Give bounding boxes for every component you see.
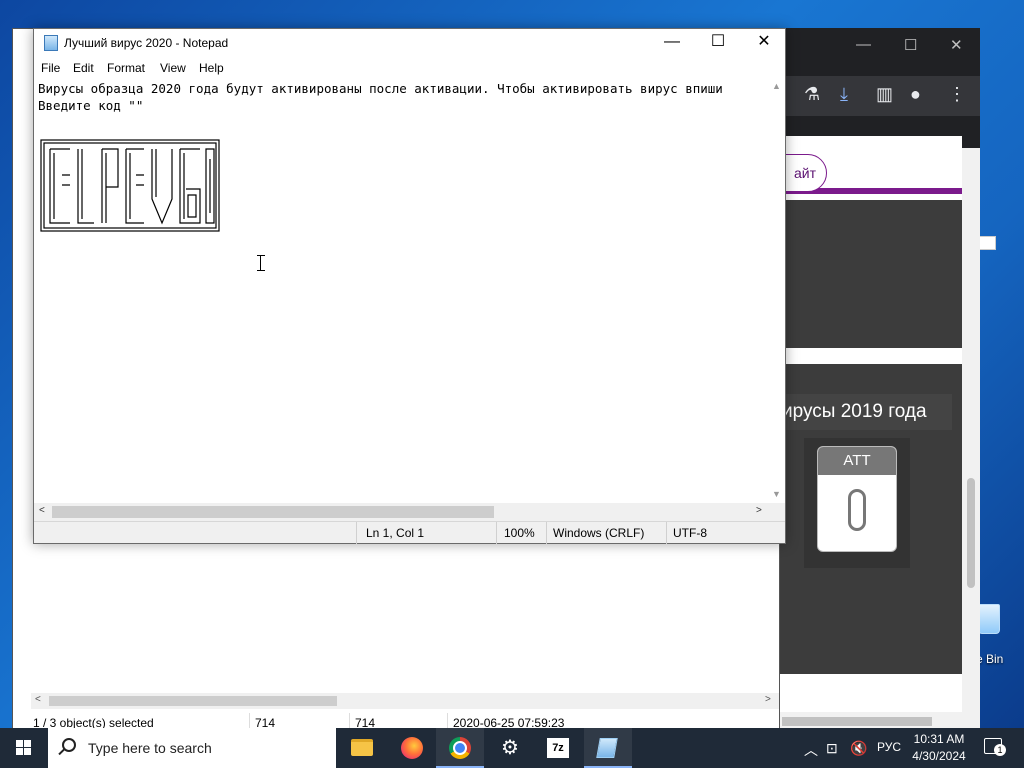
text-line-2: Введите код ""	[38, 98, 144, 113]
text-line-1: Вирусы образца 2020 года будут активиров…	[38, 81, 723, 96]
scroll-right-icon[interactable]: >	[765, 694, 771, 705]
menu-format[interactable]: Format	[107, 61, 145, 75]
download-icon[interactable]: ⤓	[840, 84, 848, 105]
notepad-vertical-scrollbar[interactable]: ▲ ▼	[769, 79, 785, 503]
menu-edit[interactable]: Edit	[73, 61, 94, 75]
line-ending: Windows (CRLF)	[553, 526, 645, 540]
article-title[interactable]: ирусы 2019 года	[782, 394, 952, 430]
minimize-icon[interactable]: —	[856, 36, 871, 53]
maximize-icon[interactable]: ☐	[904, 36, 917, 54]
scroll-left-icon[interactable]: <	[39, 505, 45, 516]
taskbar-notepad[interactable]	[584, 728, 632, 768]
taskbar-chrome[interactable]	[436, 728, 484, 768]
chevron-up-icon[interactable]: ︿	[804, 740, 818, 760]
recycle-bin-icon	[978, 604, 1000, 634]
taskbar-search-box[interactable]: Type here to search	[48, 728, 336, 768]
gear-icon: ⚙	[501, 737, 519, 759]
notepad-title: Лучший вирус 2020 - Notepad	[64, 36, 229, 50]
notepad-status-bar: Ln 1, Col 1 100% Windows (CRLF) UTF-8	[34, 521, 785, 544]
taskbar-7zip[interactable]: 7z	[534, 728, 582, 768]
i-beam-cursor-icon	[257, 255, 266, 271]
notepad-app-icon	[44, 35, 58, 51]
notification-center-icon[interactable]: 1	[984, 738, 1006, 756]
7zip-icon: 7z	[547, 738, 569, 758]
search-placeholder: Type here to search	[88, 740, 212, 756]
menu-view[interactable]: View	[160, 61, 186, 75]
zoom-level: 100%	[504, 526, 535, 540]
notepad-window: Лучший вирус 2020 - Notepad — ☐ ✕ File E…	[33, 28, 786, 544]
browser-vertical-scrollbar[interactable]	[962, 148, 980, 732]
folder-icon	[351, 739, 373, 756]
search-icon	[62, 738, 76, 752]
windows-logo-icon	[16, 740, 32, 756]
cursor-position: Ln 1, Col 1	[366, 526, 425, 540]
explorer-horizontal-scrollbar[interactable]: < >	[31, 693, 779, 709]
side-panel-icon[interactable]: ▥	[876, 84, 893, 105]
chrome-icon	[449, 737, 471, 759]
notepad-menu-bar: File Edit Format View Help	[34, 57, 785, 79]
scroll-down-icon[interactable]: ▼	[772, 489, 781, 499]
volume-muted-icon[interactable]: 🔇	[850, 740, 867, 757]
attachment-label: ATT	[818, 447, 896, 475]
notification-count: 1	[994, 744, 1006, 756]
menu-file[interactable]: File	[41, 61, 60, 75]
clock-time: 10:31 AM	[913, 732, 965, 746]
desktop-shortcut-icon[interactable]	[978, 236, 996, 250]
dark-banner	[772, 200, 962, 348]
notepad-titlebar[interactable]: Лучший вирус 2020 - Notepad — ☐ ✕	[34, 29, 785, 57]
taskbar: Type here to search ⚙ 7z ︿ ⊡ 🔇 РУС 10:31…	[0, 728, 1024, 768]
menu-help[interactable]: Help	[199, 61, 224, 75]
minimize-button[interactable]: —	[649, 29, 695, 57]
profile-icon[interactable]: ●	[910, 84, 921, 105]
taskbar-firefox[interactable]	[388, 728, 436, 768]
taskbar-file-explorer[interactable]	[338, 728, 386, 768]
recycle-bin-label: e Bin	[976, 652, 1004, 666]
scroll-up-icon[interactable]: ▲	[772, 81, 781, 91]
firefox-icon	[401, 737, 423, 759]
attachment-card[interactable]: ATT	[817, 446, 897, 552]
scroll-right-icon[interactable]: >	[756, 505, 762, 516]
scroll-left-icon[interactable]: <	[35, 694, 41, 705]
notepad-icon	[596, 738, 618, 758]
labs-icon[interactable]: ⚗	[804, 84, 820, 105]
ascii-art-maze	[40, 139, 220, 232]
notepad-horizontal-scrollbar[interactable]: < >	[34, 503, 769, 521]
language-indicator[interactable]: РУС	[877, 740, 901, 754]
close-icon[interactable]: ✕	[950, 36, 963, 54]
taskbar-settings[interactable]: ⚙	[486, 728, 534, 768]
maximize-button[interactable]: ☐	[695, 29, 741, 57]
start-button[interactable]	[0, 728, 48, 768]
network-icon[interactable]: ⊡	[826, 740, 838, 757]
close-button[interactable]: ✕	[741, 29, 787, 57]
clock-date: 4/30/2024	[912, 749, 966, 763]
encoding: UTF-8	[673, 526, 707, 540]
taskbar-clock[interactable]: 10:31 AM 4/30/2024	[906, 731, 972, 765]
paperclip-icon	[848, 489, 866, 531]
menu-kebab-icon[interactable]: ⋮	[948, 84, 966, 105]
